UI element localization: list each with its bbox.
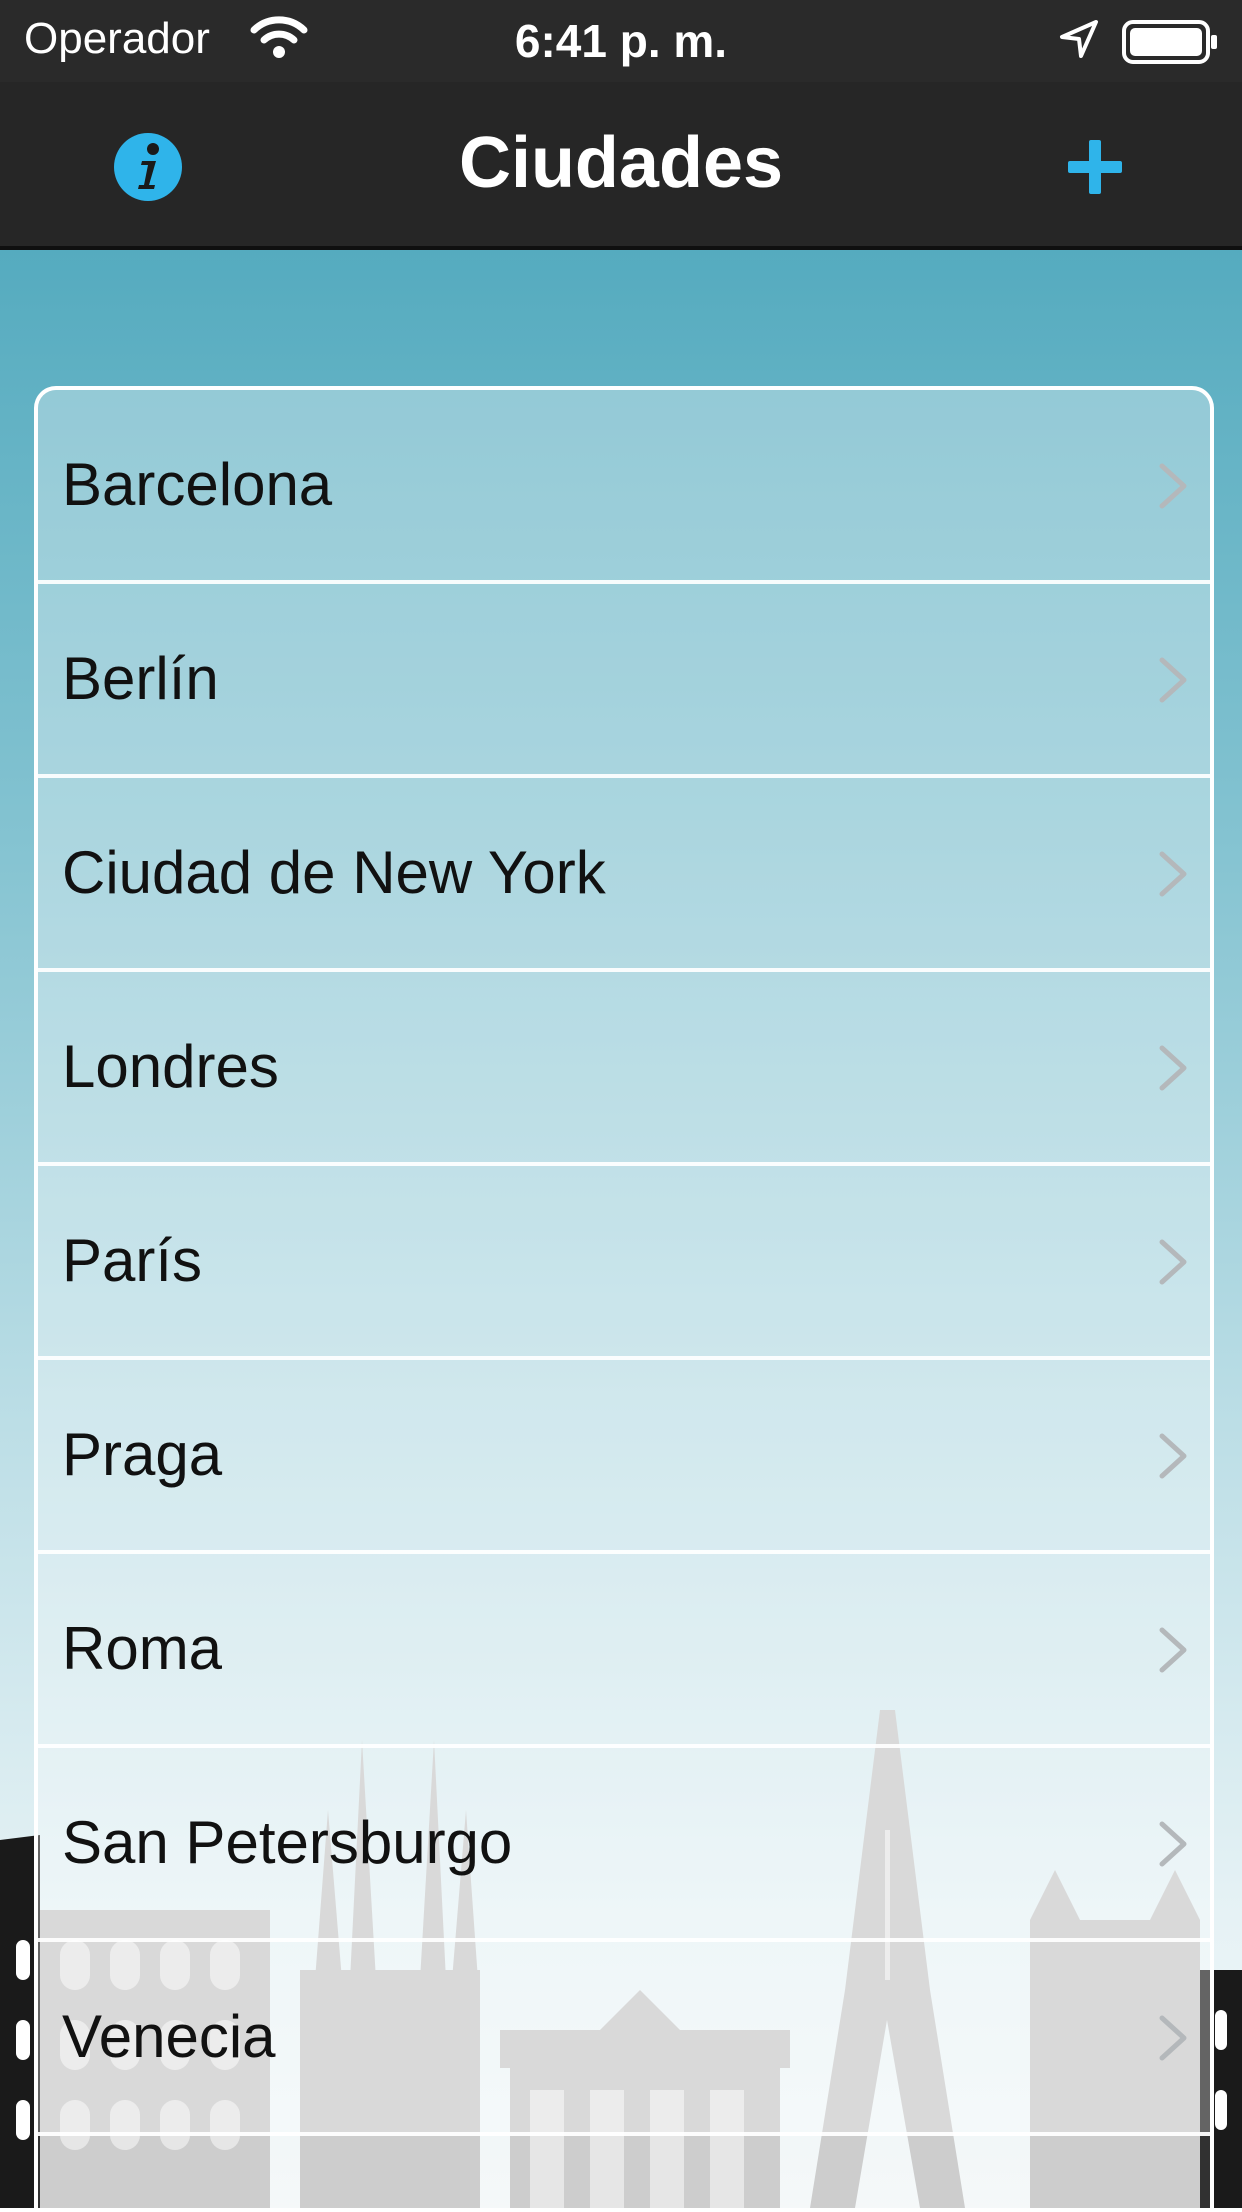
status-time: 6:41 p. m.	[514, 15, 728, 67]
battery-icon	[1122, 20, 1217, 64]
city-name: Berlín	[62, 645, 219, 712]
chevron-right-icon	[1159, 2015, 1187, 2061]
list-item[interactable]: Roma	[38, 1554, 1210, 1748]
list-item[interactable]: Venecia	[38, 1942, 1210, 2136]
list-item[interactable]: Berlín	[38, 584, 1210, 778]
chevron-right-icon	[1159, 1627, 1187, 1673]
list-item[interactable]: Londres	[38, 972, 1210, 1166]
chevron-right-icon	[1159, 657, 1187, 703]
city-name: San Petersburgo	[62, 1809, 513, 1876]
city-name: Londres	[62, 1033, 279, 1100]
city-name: Barcelona	[62, 451, 333, 518]
chevron-right-icon	[1159, 463, 1187, 509]
chevron-right-icon	[1159, 1433, 1187, 1479]
navigation-bar: Ciudades	[0, 82, 1242, 250]
chevron-right-icon	[1159, 1045, 1187, 1091]
city-name: Praga	[62, 1421, 223, 1488]
city-name: Venecia	[62, 2003, 276, 2070]
list-item[interactable]: Praga	[38, 1360, 1210, 1554]
chevron-right-icon	[1159, 1239, 1187, 1285]
page-title: Ciudades	[458, 123, 784, 203]
location-arrow-icon	[1060, 20, 1098, 58]
chevron-right-icon	[1159, 1821, 1187, 1867]
chevron-right-icon	[1159, 851, 1187, 897]
list-item[interactable]: Barcelona	[38, 390, 1210, 584]
list-item[interactable]: Ciudad de New York	[38, 778, 1210, 972]
status-bar: Operador 6:41 p. m.	[0, 0, 1242, 82]
plus-icon[interactable]	[1064, 136, 1126, 198]
city-name: Roma	[62, 1615, 223, 1682]
list-item[interactable]: París	[38, 1166, 1210, 1360]
list-item[interactable]: San Petersburgo	[38, 1748, 1210, 1942]
city-name: París	[62, 1227, 203, 1294]
city-list: Barcelona Berlín Ciudad de New York Lond…	[34, 386, 1214, 2212]
city-name: Ciudad de New York	[62, 839, 606, 906]
